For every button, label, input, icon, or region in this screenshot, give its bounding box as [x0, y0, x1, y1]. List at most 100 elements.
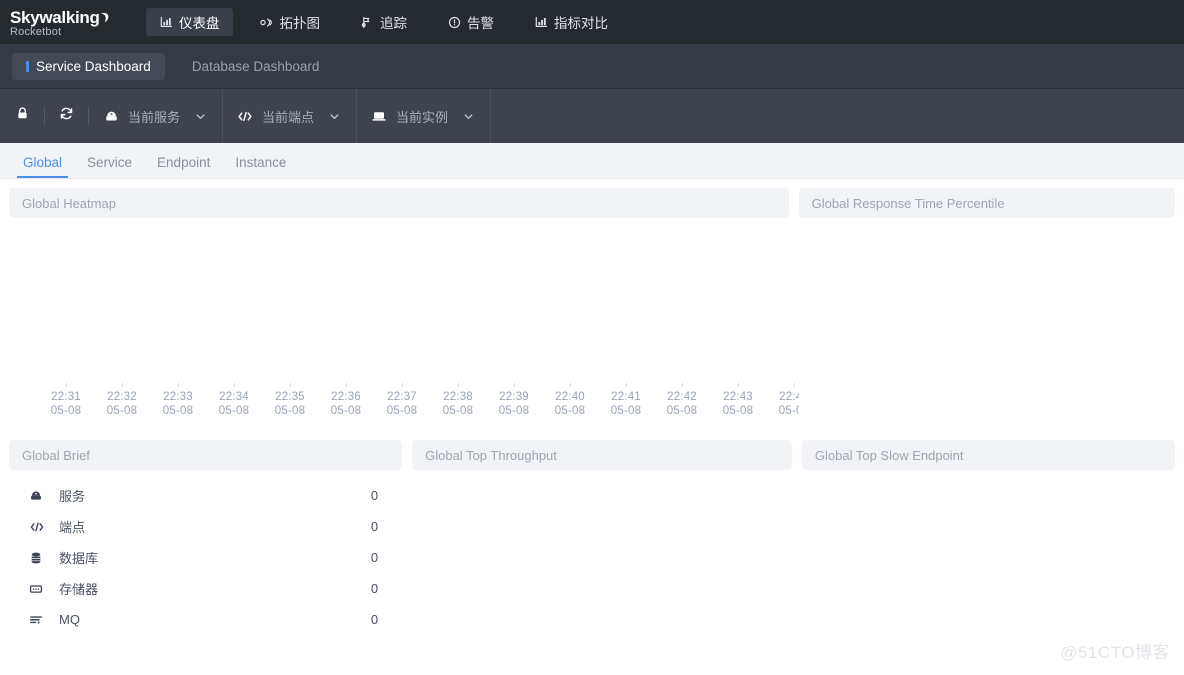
reload-button[interactable]: [44, 89, 88, 143]
brief-row-value: 0: [370, 550, 379, 565]
panel-global-top-throughput: Global Top Throughput: [412, 440, 792, 638]
x-axis-tick-time: 22:32: [107, 391, 137, 403]
x-axis-tickmark: [513, 383, 515, 387]
database-icon: [29, 551, 51, 565]
x-axis-tick-time: 22:41: [611, 391, 641, 403]
brief-row[interactable]: MQ 0: [9, 604, 402, 635]
skywalking-dashboard-app: Skywalking Rocketbot 仪表盘 拓扑图 追踪 告警 指标对比 …: [0, 0, 1184, 675]
tab-endpoint[interactable]: Endpoint: [148, 155, 219, 178]
chevron-down-icon: [329, 111, 340, 122]
panel-title-global-response-time-percentile: Global Response Time Percentile: [798, 188, 1175, 218]
global-response-time-percentile-chart[interactable]: [798, 218, 1175, 433]
top-navigation-bar: Skywalking Rocketbot 仪表盘 拓扑图 追踪 告警 指标对比: [0, 0, 1184, 44]
x-axis-tick: 22:38 05-08: [430, 383, 486, 418]
brief-row[interactable]: 服务 0: [9, 480, 402, 511]
brief-row-value: 0: [370, 612, 379, 627]
dashboard-tab-service[interactable]: Service Dashboard: [12, 52, 165, 80]
main-nav: 仪表盘 拓扑图 追踪 告警 指标对比: [146, 0, 635, 44]
nav-item-label: 拓扑图: [279, 16, 321, 31]
dashboard-tab-database[interactable]: Database Dashboard: [178, 53, 334, 80]
panel-global-brief: Global Brief 服务 0 端点 0 数据库 0 存储器 0 MQ 0: [9, 440, 403, 638]
tab-instance[interactable]: Instance: [226, 155, 295, 178]
dashboard-tabs-bar: Service Dashboard Database Dashboard: [0, 44, 1184, 89]
nav-item-compare[interactable]: 指标对比: [521, 8, 621, 36]
panel-title-global-top-throughput: Global Top Throughput: [412, 440, 792, 470]
tab-service[interactable]: Service: [78, 155, 141, 178]
x-axis-tick: 22:42 05-08: [654, 383, 710, 418]
selector-group-endpoint: 当前端点: [223, 89, 358, 143]
dashboard-tab-label: Service Dashboard: [36, 58, 151, 74]
nav-item-trace[interactable]: 追踪: [347, 8, 420, 36]
x-axis-tick-time: 22:31: [51, 391, 81, 403]
watermark: @51CTO博客: [1060, 643, 1170, 662]
brief-row[interactable]: 数据库 0: [9, 542, 402, 573]
x-axis-tick-date: 05-08: [386, 405, 418, 417]
lock-button[interactable]: [0, 89, 44, 143]
lock-icon: [15, 106, 30, 126]
x-axis-tick: 22:43 05-08: [710, 383, 766, 418]
brand-name: Skywalking: [10, 7, 100, 27]
x-axis-tick-time: 22:36: [331, 391, 361, 403]
x-axis-tick-date: 05-08: [442, 405, 474, 417]
panel-global-response-time-percentile: Global Response Time Percentile: [798, 188, 1175, 433]
x-axis-tick-time: 22:34: [219, 391, 249, 403]
nav-item-label: 仪表盘: [179, 16, 220, 31]
brand-name-wrap: Skywalking: [10, 9, 118, 26]
nav-item-alarm[interactable]: 告警: [434, 8, 507, 36]
widget-row-bottom: Global Brief 服务 0 端点 0 数据库 0 存储器 0 MQ 0 Global To…: [9, 440, 1175, 638]
x-axis-tick: 22:37 05-08: [374, 383, 430, 418]
brand-subtitle: Rocketbot: [10, 25, 62, 38]
panel-title-global-top-slow-endpoint: Global Top Slow Endpoint: [801, 440, 1175, 470]
endpoint-icon: [237, 108, 253, 124]
brief-row-label: 存储器: [59, 582, 99, 597]
x-axis-tick-time: 22:39: [499, 391, 529, 403]
x-axis-tick: 22:31 05-08: [38, 383, 94, 418]
x-axis-tickmark: [121, 383, 123, 387]
x-axis-tickmark: [233, 383, 235, 387]
x-axis-tick-date: 05-08: [554, 405, 586, 417]
nav-item-dashboard[interactable]: 仪表盘: [146, 8, 233, 36]
x-axis-tick: 22:39 05-08: [486, 383, 542, 418]
x-axis-tickmark: [569, 383, 571, 387]
heatmap-x-axis: 22:31 05-08 22:32 05-08 22:33 05-08 22:34 05-08…: [9, 383, 921, 423]
x-axis-tick: 22:34 05-08: [206, 383, 262, 418]
scope-tabs: Global Service Endpoint Instance: [0, 143, 1184, 179]
global-top-slow-endpoint-list[interactable]: [801, 470, 1175, 638]
x-axis-tickmark: [457, 383, 459, 387]
global-heatmap-chart[interactable]: 22:31 05-08 22:32 05-08 22:33 05-08 22:34 05-08…: [9, 218, 921, 433]
brief-row[interactable]: 存储器 0: [9, 573, 402, 604]
service-icon: [103, 108, 119, 124]
x-axis-tick: 22:41 05-08: [598, 383, 654, 418]
tab-global[interactable]: Global: [14, 155, 71, 178]
x-axis-tick-date: 05-08: [498, 405, 530, 417]
chevron-down-icon: [195, 111, 206, 122]
brief-row[interactable]: 端点 0: [9, 511, 402, 542]
service-selector[interactable]: 当前服务: [89, 89, 222, 143]
x-axis-tick: 22:36 05-08: [318, 383, 374, 418]
instance-selector-label: 当前实例: [396, 109, 449, 125]
nav-item-topology[interactable]: 拓扑图: [247, 8, 334, 36]
crescent-icon: [99, 10, 110, 23]
brief-row-value: 0: [370, 581, 379, 596]
selector-group-instance: 当前实例: [357, 89, 492, 143]
x-axis-tick-time: 22:33: [163, 391, 193, 403]
service-icon: [29, 489, 51, 503]
x-axis-tick-date: 05-08: [274, 405, 306, 417]
global-top-throughput-list[interactable]: [412, 470, 792, 638]
selector-toolbar-filler: [491, 89, 1184, 143]
brand-logo[interactable]: Skywalking Rocketbot: [10, 7, 118, 38]
instance-selector[interactable]: 当前实例: [357, 89, 490, 143]
x-axis-tick-time: 22:43: [723, 391, 753, 403]
x-axis-tickmark: [177, 383, 179, 387]
x-axis-tick: 22:35 05-08: [262, 383, 318, 418]
endpoint-selector[interactable]: 当前端点: [223, 89, 356, 143]
endpoint-selector-label: 当前端点: [262, 109, 315, 125]
mq-icon: [29, 613, 51, 627]
brief-row-value: 0: [370, 488, 379, 503]
brief-row-label: MQ: [59, 612, 80, 627]
panel-global-top-slow-endpoint: Global Top Slow Endpoint: [801, 440, 1175, 638]
dashboard-tab-label: Database Dashboard: [191, 58, 320, 74]
x-axis-tickmark: [345, 383, 347, 387]
nav-item-label: 告警: [467, 16, 494, 31]
x-axis-tickmark: [793, 383, 795, 387]
